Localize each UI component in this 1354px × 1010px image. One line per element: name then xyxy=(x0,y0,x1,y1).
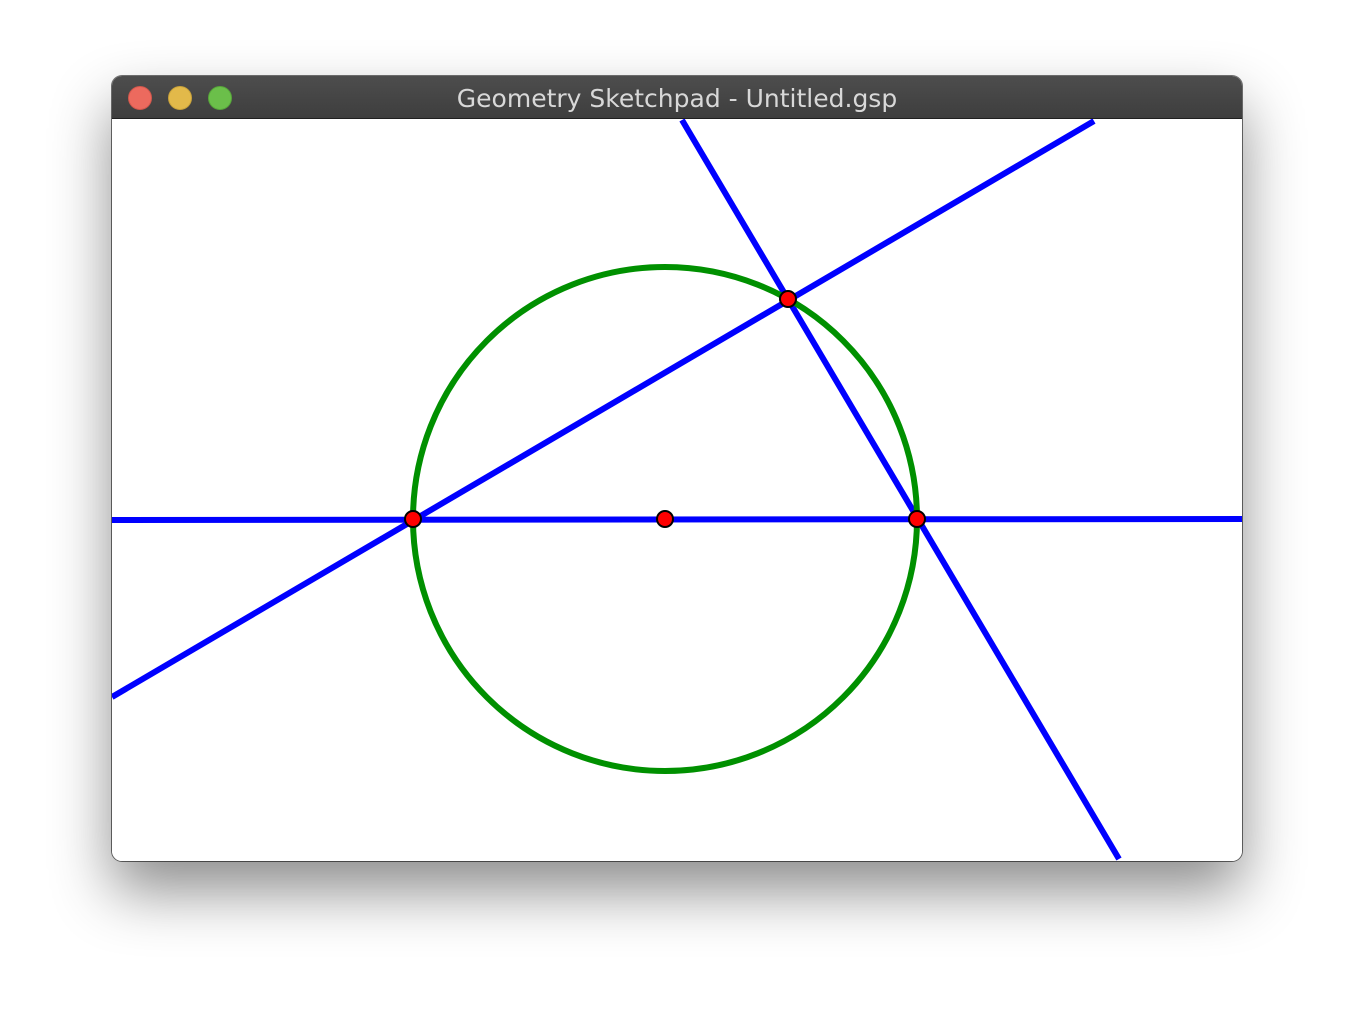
point-top[interactable] xyxy=(779,290,797,308)
title-bar[interactable]: Geometry Sketchpad - Untitled.gsp xyxy=(112,76,1242,119)
horizontal-line[interactable] xyxy=(112,516,1242,523)
point-left[interactable] xyxy=(404,510,422,528)
window-title: Geometry Sketchpad - Untitled.gsp xyxy=(456,84,898,113)
point-right[interactable] xyxy=(908,510,926,528)
point-center[interactable] xyxy=(656,510,674,528)
tangent-line-left[interactable] xyxy=(112,118,1096,700)
sketch-canvas[interactable] xyxy=(112,118,1242,861)
tangent-line-right[interactable] xyxy=(679,118,1122,861)
app-window: Geometry Sketchpad - Untitled.gsp xyxy=(112,76,1242,861)
sketch-svg[interactable] xyxy=(112,118,1242,861)
